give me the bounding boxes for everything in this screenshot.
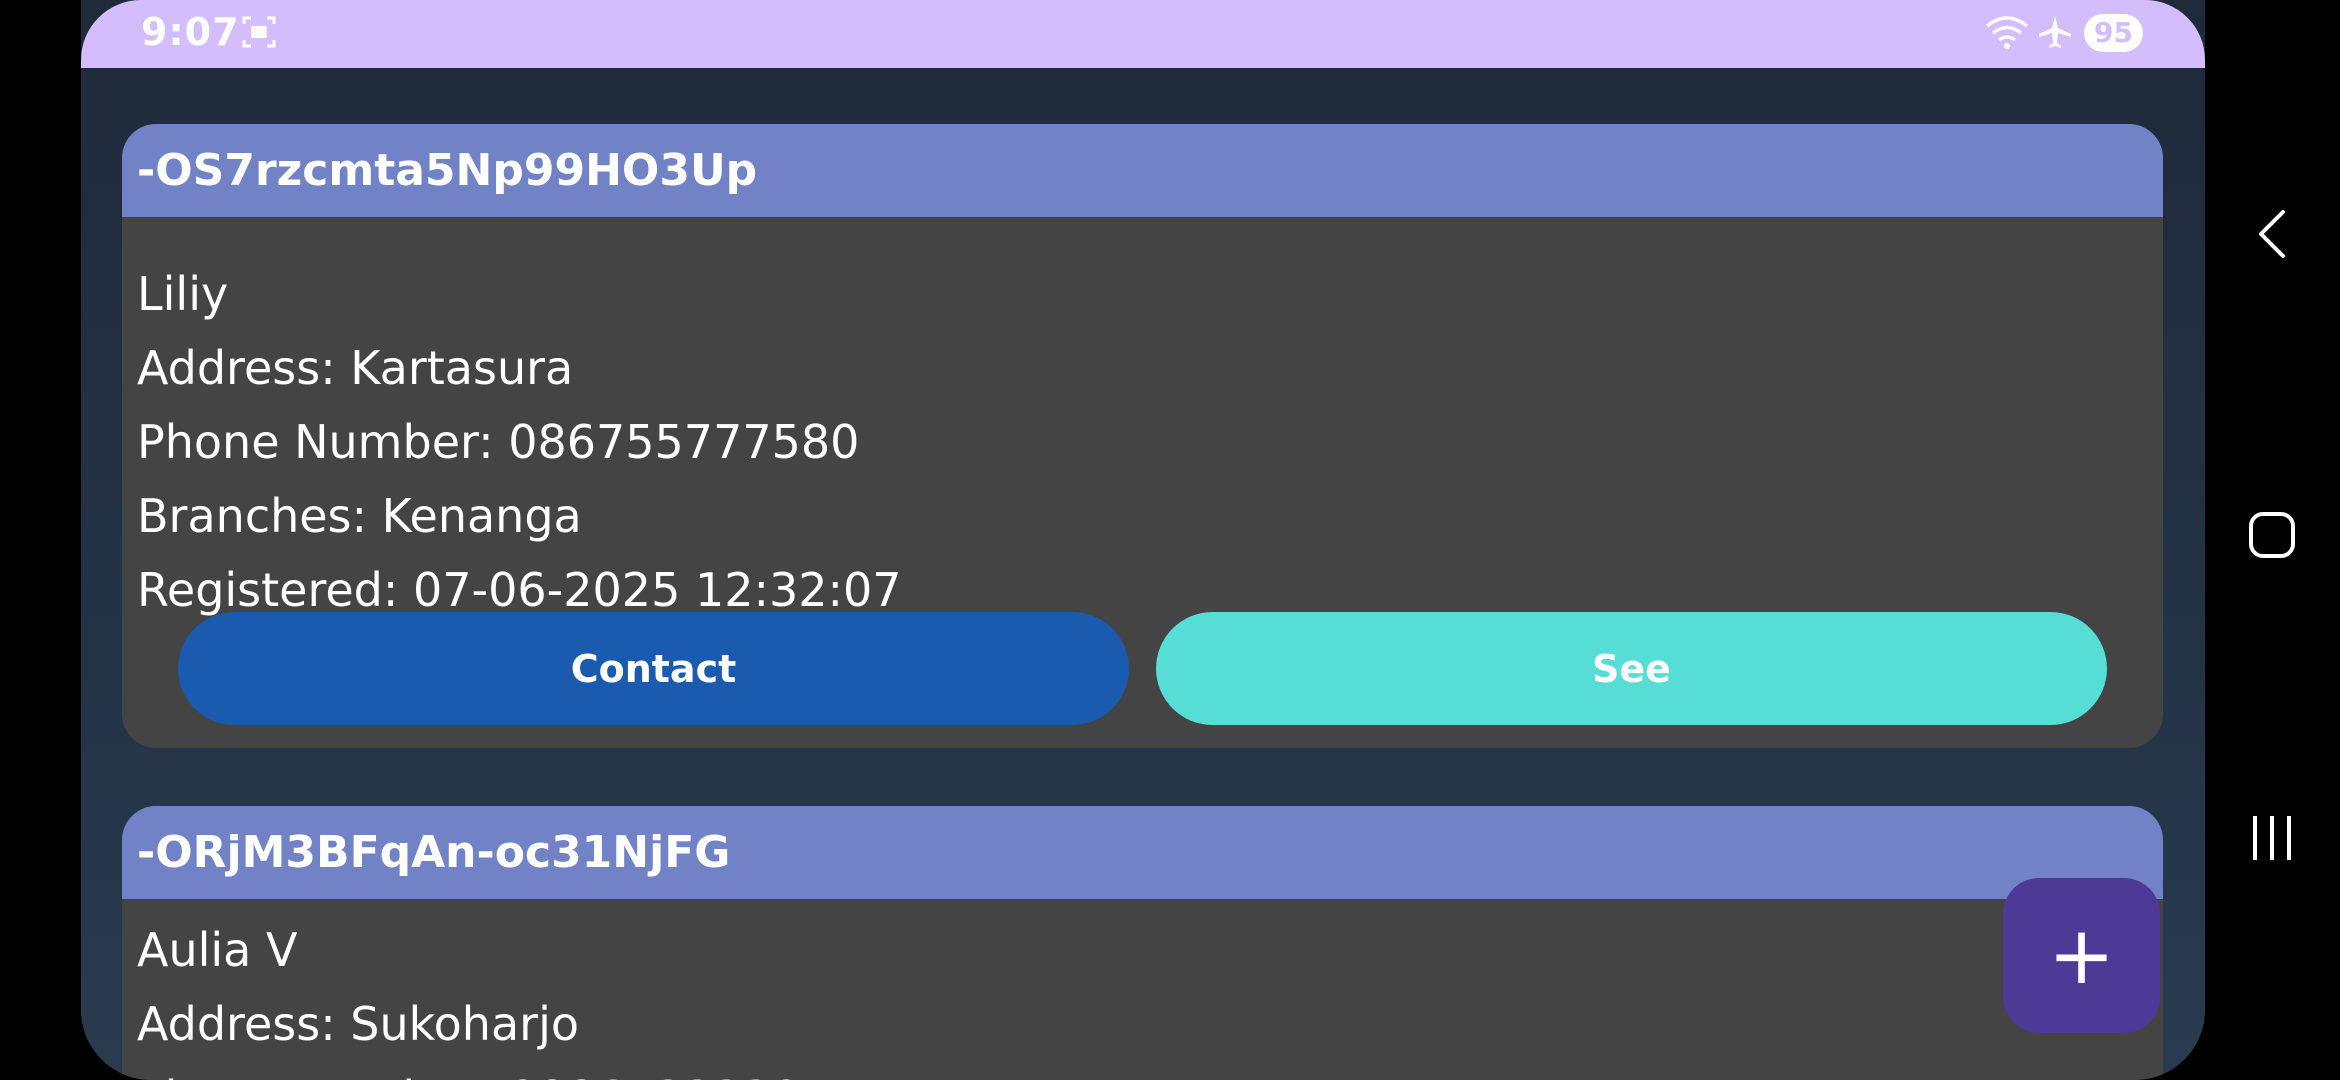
contact-button[interactable]: Contact [178,612,1129,725]
customer-phone: Phone Number: 088643333055 [137,1068,859,1080]
customer-branches: Branches: Kenanga [137,489,582,543]
back-icon[interactable] [2237,204,2307,268]
add-button[interactable]: + [2003,878,2160,1033]
customer-card: -ORjM3BFqAn-oc31NjFG Aulia V Address: Su… [122,806,2163,1080]
airplane-mode-icon [2037,14,2073,54]
customer-name: Aulia V [137,923,298,977]
customer-registered: Registered: 07-06-2025 12:32:07 [137,563,902,617]
card-id: -OS7rzcmta5Np99HO3Up [122,124,2163,217]
customer-address: Address: Sukoharjo [137,997,579,1051]
customer-card: -OS7rzcmta5Np99HO3Up Liliy Address: Kart… [122,124,2163,748]
wifi-icon [1985,14,2029,56]
customer-phone: Phone Number: 086755777580 [137,415,860,469]
card-id: -ORjM3BFqAn-oc31NjFG [122,806,2163,899]
see-button[interactable]: See [1156,612,2107,725]
status-bar: 9:07 95 [81,0,2205,68]
battery-indicator: 95 [2084,14,2143,52]
app-screen: 9:07 95 -OS7rzcmta5Np99HO3Up Liliy Addre… [81,0,2205,1080]
system-navigation-bar [2205,0,2340,1080]
recents-icon[interactable] [2237,808,2307,872]
plus-icon: + [2047,909,2116,1002]
status-time: 9:07 [141,10,240,54]
home-icon[interactable] [2237,506,2307,570]
customer-address: Address: Kartasura [137,341,574,395]
customer-name: Liliy [137,267,229,321]
screenshot-icon [241,14,277,54]
